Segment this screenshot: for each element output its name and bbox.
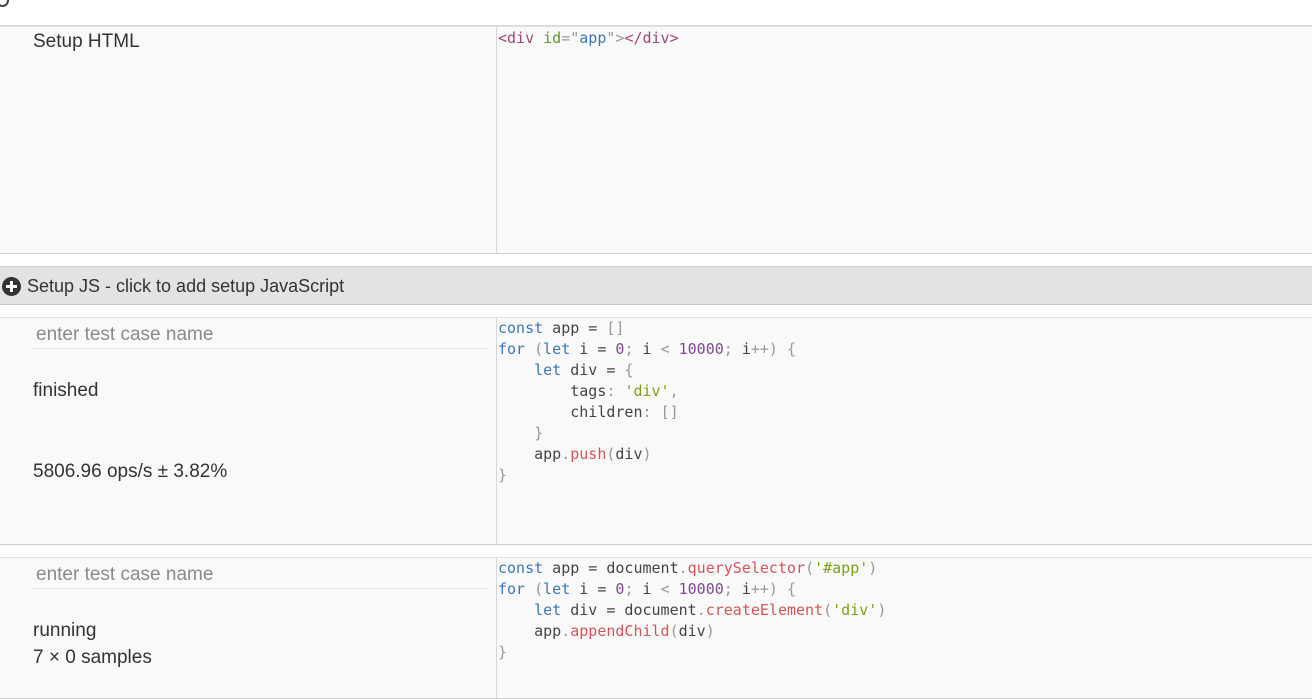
code-token: app [579,29,607,47]
test-case-2-code[interactable]: const app = document.querySelector('#app… [498,558,886,663]
code-line: const app = document.querySelector('#app… [498,559,878,577]
test-case-1: finished 5806.96 ops/s ± 3.82% const app… [0,317,1312,545]
test-case-2-name-input[interactable] [33,561,488,589]
test-case-1-result: 5806.96 ops/s ± 3.82% [33,461,228,482]
setup-js-label: Setup JS - click to add setup JavaScript [27,276,345,296]
code-token: =" [561,29,580,47]
code-line: const app = [] [498,319,625,337]
setup-js-toggle[interactable]: Setup JS - click to add setup JavaScript [0,266,1312,305]
partial-logo-icon [0,0,9,7]
test-case-1-info: finished 5806.96 ops/s ± 3.82% [0,318,497,544]
code-line: for (let i = 0; i < 10000; i++) { [498,580,797,598]
test-case-1-status: finished [33,380,99,401]
code-line: for (let i = 0; i < 10000; i++) { [498,340,797,358]
setup-html-label: Setup HTML [33,31,140,52]
setup-html-code[interactable]: <div id="app"></div> [498,27,679,49]
test-case-2: running 7 × 0 samples const app = docume… [0,557,1312,699]
code-token: <div [498,29,535,47]
code-token: "> [606,29,625,47]
plus-circle-icon [2,277,21,296]
setup-html-section: Setup HTML <div id="app"></div> [0,26,1312,254]
code-token: id [543,29,562,47]
code-line: } [498,466,508,484]
top-bar [0,0,1312,26]
code-line: } [534,424,544,442]
test-case-2-info: running 7 × 0 samples [0,558,497,698]
code-line: } [498,643,508,661]
code-line: let div = { [534,361,634,379]
setup-html-editor[interactable]: <div id="app"></div> [498,27,1312,253]
test-case-2-status: running [33,620,97,641]
test-case-1-name-input[interactable] [33,321,488,349]
test-case-2-editor[interactable]: const app = document.querySelector('#app… [498,558,1312,698]
test-case-2-samples: 7 × 0 samples [33,647,152,668]
test-case-1-code[interactable]: const app = [] for (let i = 0; i < 10000;… [498,318,796,486]
code-line: app.appendChild(div) [498,622,715,640]
setup-html-label-column: Setup HTML [0,27,497,253]
test-case-1-editor[interactable]: const app = [] for (let i = 0; i < 10000;… [498,318,1312,544]
code-line: children: [] [498,403,679,421]
code-line: let div = document.createElement('div') [534,601,887,619]
code-token: </div> [624,29,679,47]
code-line: app.push(div) [498,445,652,463]
code-line: tags: 'div', [498,382,679,400]
